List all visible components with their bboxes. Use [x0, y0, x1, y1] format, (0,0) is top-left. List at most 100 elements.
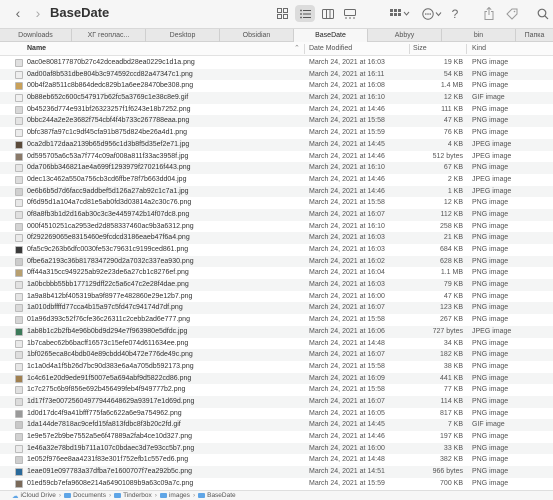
file-row[interactable]: 0dec13c462a550a756cb3cd6ffbe78f7b663dd04…: [0, 174, 553, 186]
search-icon[interactable]: [536, 5, 550, 22]
column-divider[interactable]: [409, 44, 410, 54]
file-name: 1c4c61e20d9ede91f5007e5a694abf9d5822cd86…: [27, 374, 192, 382]
file-row[interactable]: 1bf0265eca8c4bdb04e89cbdd40b472e776de49c…: [0, 349, 553, 361]
file-row[interactable]: 000f4510251ca2953ed2d858337460ac9b3a6312…: [0, 221, 553, 233]
file-row[interactable]: 1e052f976ee8aa4231f83e301f752efb1c557ed6…: [0, 454, 553, 466]
file-row[interactable]: 1d17f73e00725604977944648629a93917e1d69d…: [0, 395, 553, 408]
file-row[interactable]: 0fa5c9c263b6dfc0030fe53c79631c9199ced861…: [0, 244, 553, 256]
file-size: 817 KB: [440, 409, 463, 417]
file-size: 33 KB: [443, 444, 463, 452]
file-name: 1c7c275c6b9f856e692b456499feb4f949777b2.…: [27, 386, 186, 394]
file-row[interactable]: 1a010dbffffd77cca4b15a97c5fd47c94174d7df…: [0, 302, 553, 315]
file-size: 79 KB: [443, 281, 463, 289]
help-icon[interactable]: ?: [448, 5, 462, 22]
file-row[interactable]: 01a96d393c52f76cfe36c26311c2cebb2ad6e777…: [0, 314, 553, 326]
tab-geoplas[interactable]: ХГ геоплас...: [72, 29, 146, 42]
file-row[interactable]: 1a9a8b412bf405319ba9f8977e482860e29e12b7…: [0, 291, 553, 303]
file-row[interactable]: 1ab8b1c2b2fb4e96b0bd9d294e7f963980e5dfdc…: [0, 325, 553, 338]
path-crumb[interactable]: Documents: [73, 492, 106, 499]
grid-view-icon[interactable]: [274, 5, 290, 22]
file-date-modified: March 24, 2021 at 16:03: [309, 281, 385, 289]
file-row[interactable]: 1b7cabec62b6bacff16573c15efe074d611634ee…: [0, 338, 553, 350]
file-kind: PNG image: [472, 117, 509, 125]
file-date-modified: March 24, 2021 at 14:46: [309, 433, 385, 440]
file-row[interactable]: 0bbc244a2e2e3682f754cbf4f4b733c267788eaa…: [0, 115, 553, 128]
chevron-left-icon[interactable]: ‹: [10, 5, 26, 21]
group-icon[interactable]: [388, 5, 412, 22]
file-date-modified: March 24, 2021 at 14:46: [309, 152, 385, 160]
file-row[interactable]: 1c4c61e20d9ede91f5007e5a694abf9d5822cd86…: [0, 372, 553, 385]
gallery-view-icon[interactable]: [342, 5, 358, 22]
file-row[interactable]: 0ff44a315cc949225ab92e23de6a27cb1c8276ef…: [0, 267, 553, 279]
file-row[interactable]: 0d595705a6c53a7f774c09af008a811f33ac3958…: [0, 151, 553, 163]
column-date-modified[interactable]: Date Modified: [309, 45, 352, 52]
file-list: 0ac0e808177870b27c42dceadbd28ea0229c1d1a…: [0, 57, 553, 489]
column-kind[interactable]: Kind: [472, 45, 486, 52]
column-view-icon[interactable]: [320, 5, 336, 22]
file-row[interactable]: 0b88eb652c600c547917b62fc5a3769c1e38c8e9…: [0, 92, 553, 104]
file-name: 0f292269065e8315460e9fcdcd3186eaeb47f6a4…: [27, 234, 190, 242]
file-thumbnail-icon: [15, 316, 23, 325]
file-row[interactable]: 1c1a0d4a1f5b26d7bc90d383e6a4a705db592173…: [0, 361, 553, 373]
file-row[interactable]: 0ca2db172daa2139b65d956c1d3b8f5d35ef2e71…: [0, 138, 553, 151]
file-thumbnail-icon: [15, 421, 23, 430]
tag-icon[interactable]: [505, 5, 519, 22]
file-row[interactable]: 0ac0e808177870b27c42dceadbd28ea0229c1d1a…: [0, 57, 553, 69]
file-row[interactable]: 0bfc387fa97c1c9df45cfa91b875d824be26a4d1…: [0, 127, 553, 139]
file-size: 1.4 MB: [440, 82, 463, 90]
tab-abbyy[interactable]: Abbyy: [368, 29, 442, 42]
tab-downloads[interactable]: Downloads: [0, 29, 72, 42]
share-icon[interactable]: [482, 5, 496, 22]
file-row[interactable]: 0f292269065e8315460e9fcdcd3186eaeb47f6a4…: [0, 232, 553, 244]
file-name: 0bbc244a2e2e3682f754cbf4f4b733c267788eaa…: [27, 117, 190, 125]
file-row[interactable]: 01ed59cb7efa9608e214a64901089b9a63c09a7c…: [0, 478, 553, 490]
file-row[interactable]: 0b45236d774e931bf26323257f1f6243e18b7252…: [0, 104, 553, 116]
chevron-right-icon[interactable]: ›: [30, 5, 46, 21]
file-row[interactable]: 1c7c275c6b9f856e692b456499feb4f949777b2.…: [0, 384, 553, 396]
file-size: 1.1 MB: [440, 269, 463, 277]
file-row[interactable]: 1eae091e097783a37dfba7e1600707f7ea292b5c…: [0, 466, 553, 478]
file-kind: PNG image: [472, 222, 509, 230]
folder-icon: [198, 493, 206, 498]
file-row[interactable]: 1da144de7818ac9cefd15fa813fdbc8f3b20c2fd…: [0, 419, 553, 431]
file-row[interactable]: 0da706bb346821ae4a699f1293979f270216f443…: [0, 162, 553, 174]
file-name: 1eae091e097783a37dfba7e1600707f7ea292b5c…: [27, 468, 193, 476]
file-row[interactable]: 0fbe6a2193c36b8178347290d2a7032c337ea930…: [0, 255, 553, 268]
file-name: 0e6b6b5d7d6facc9addbef5d126a27ab92c1c7a1…: [27, 187, 189, 195]
file-row[interactable]: 0f6d95d1a104a7cd81e5ab0fd3d03814a2c30c76…: [0, 197, 553, 209]
file-name: 1b7cabec62b6bacff16573c15efe074d611634ee…: [27, 339, 189, 347]
column-size[interactable]: Size: [413, 45, 427, 52]
file-name: 0ca2db172daa2139b65d956c1d3b8f5d35ef2e71…: [27, 140, 190, 148]
path-crumb[interactable]: iCloud Drive: [21, 492, 56, 499]
tab-basedate[interactable]: BaseDate: [294, 29, 368, 42]
chevron-right-icon: ›: [154, 492, 157, 499]
file-row[interactable]: 0e6b6b5d7d6facc9addbef5d126a27ab92c1c7a1…: [0, 185, 553, 198]
file-row[interactable]: 1e46a32e78bd19b711a107c0bdaec3d7e93cc5b7…: [0, 442, 553, 455]
list-view-icon[interactable]: [295, 5, 315, 22]
file-thumbnail-icon: [15, 140, 23, 149]
folder-icon: [64, 493, 72, 498]
column-divider[interactable]: [304, 44, 305, 54]
file-thumbnail-icon: [15, 175, 23, 184]
file-thumbnail-icon: [15, 70, 23, 79]
folder-icon: [159, 493, 167, 498]
tab-desktop[interactable]: Desktop: [146, 29, 220, 42]
file-row[interactable]: 0f8a8fb3b1d2d16ab30c3c3e4459742b14f07dc8…: [0, 208, 553, 221]
action-icon[interactable]: [420, 5, 444, 22]
tab-papka[interactable]: Папка: [516, 29, 553, 42]
file-kind: PNG image: [472, 82, 509, 90]
column-divider[interactable]: [466, 44, 467, 54]
path-crumb[interactable]: Tinderbox: [123, 492, 152, 499]
column-name[interactable]: Name: [27, 45, 46, 52]
file-row[interactable]: 0ad00af8b531dbe804b3c974592ccd82a47347c1…: [0, 68, 553, 81]
path-crumb[interactable]: BaseDate: [207, 492, 236, 499]
sort-chevron-icon[interactable]: ⌃: [294, 44, 300, 52]
file-kind: PNG image: [472, 397, 509, 405]
path-crumb[interactable]: images: [169, 492, 190, 499]
file-row[interactable]: 00b4f2a8511c8b864dedc829b1a6ee28470be308…: [0, 80, 553, 92]
file-row[interactable]: 1e9e57e2b9be7552a5e6f47889a2fab4ce10d327…: [0, 431, 553, 443]
file-row[interactable]: 1a0bcbbb55bb177129dff22c5a6c47c2e28f4dae…: [0, 279, 553, 291]
file-row[interactable]: 1d0d17dc4f9a41bfff775fa6c622a6e9a754962.…: [0, 408, 553, 420]
tab-bin[interactable]: bin: [442, 29, 516, 42]
tab-obsidian[interactable]: Obsidian: [220, 29, 294, 42]
